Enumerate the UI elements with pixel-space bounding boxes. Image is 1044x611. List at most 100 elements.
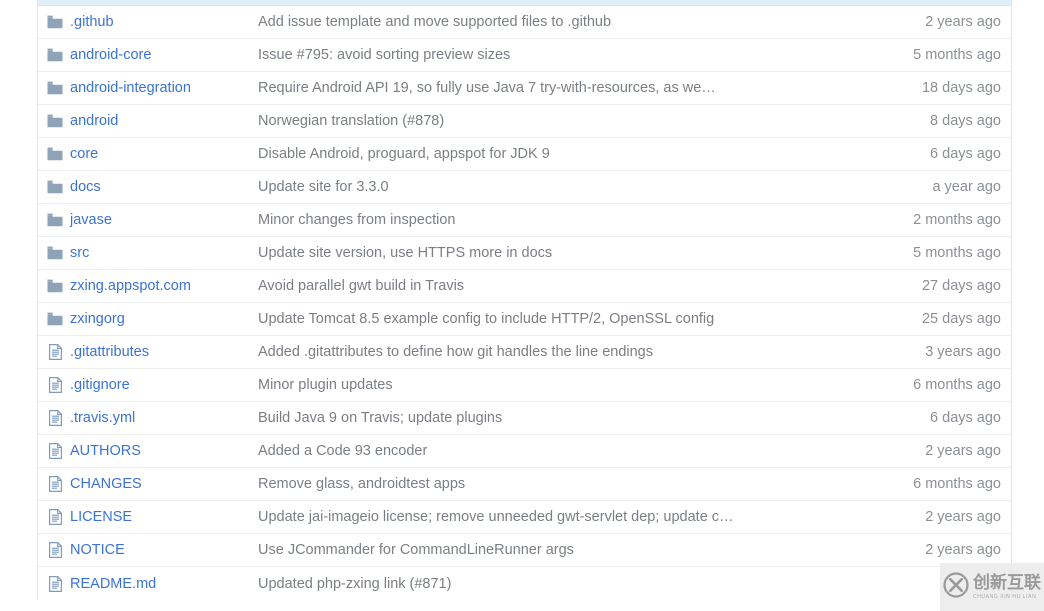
folder-icon (38, 15, 68, 29)
table-row[interactable]: NOTICE Use JCommander for CommandLineRunn… (38, 534, 1011, 567)
file-name-link[interactable]: .gitignore (68, 377, 258, 393)
file-name-link[interactable]: README.md (68, 576, 258, 592)
commit-age: 5 months ago (913, 47, 1001, 63)
commit-message[interactable]: Add issue template and move supported fi… (258, 14, 861, 30)
table-row[interactable]: android-core Issue #795: avoid sorting pr… (38, 39, 1011, 72)
file-name-link[interactable]: NOTICE (68, 542, 258, 558)
table-row[interactable]: zxingorg Update Tomcat 8.5 example config… (38, 303, 1011, 336)
commit-message[interactable]: Minor plugin updates (258, 377, 861, 393)
commit-message[interactable]: Update Tomcat 8.5 example config to incl… (258, 311, 861, 327)
folder-icon (38, 246, 68, 260)
file-icon (38, 443, 68, 459)
folder-icon (38, 81, 68, 95)
file-name-link[interactable]: .gitattributes (68, 344, 258, 360)
commit-message[interactable]: Require Android API 19, so fully use Jav… (258, 80, 861, 96)
file-name-link[interactable]: src (68, 245, 258, 261)
file-name-link[interactable]: android-core (68, 47, 258, 63)
commit-message[interactable]: Update site version, use HTTPS more in d… (258, 245, 861, 261)
table-row[interactable]: zxing.appspot.com Avoid parallel gwt buil… (38, 270, 1011, 303)
commit-message[interactable]: Update site for 3.3.0 (258, 179, 861, 195)
file-name-link[interactable]: android-integration (68, 80, 258, 96)
table-row[interactable]: .github Add issue template and move suppo… (38, 6, 1011, 39)
file-name-link[interactable]: .github (68, 14, 258, 30)
folder-glyph (47, 114, 63, 128)
table-row[interactable]: CHANGES Remove glass, androidtest apps 6 m… (38, 468, 1011, 501)
file-name-link[interactable]: CHANGES (68, 476, 258, 492)
commit-message[interactable]: Updated php-zxing link (#871) (258, 576, 861, 592)
table-row[interactable]: javase Minor changes from inspection 2 mon… (38, 204, 1011, 237)
file-name-link[interactable]: zxing.appspot.com (68, 278, 258, 294)
table-body: .github Add issue template and move suppo… (38, 6, 1011, 600)
commit-message[interactable]: Minor changes from inspection (258, 212, 861, 228)
file-glyph (48, 443, 62, 459)
file-name-link[interactable]: zxingorg (68, 311, 258, 327)
table-row[interactable]: src Update site version, use HTTPS more i… (38, 237, 1011, 270)
commit-age: 2 years ago (925, 443, 1001, 459)
watermark-overlay: 创新互联 CHUANG XIN HU LIAN (940, 563, 1044, 611)
commit-message[interactable]: Added .gitattributes to define how git h… (258, 344, 861, 360)
folder-icon (38, 114, 68, 128)
folder-glyph (47, 279, 63, 293)
table-row[interactable]: LICENSE Update jai-imageio license; remov… (38, 501, 1011, 534)
commit-message[interactable]: Norwegian translation (#878) (258, 113, 861, 129)
commit-age: 3 years ago (925, 344, 1001, 360)
commit-age: 6 months ago (913, 377, 1001, 393)
commit-message[interactable]: Added a Code 93 encoder (258, 443, 861, 459)
folder-glyph (47, 180, 63, 194)
file-name-link[interactable]: AUTHORS (68, 443, 258, 459)
watermark-chinese: 创新互联 (973, 572, 1041, 593)
file-icon (38, 377, 68, 393)
folder-glyph (47, 213, 63, 227)
commit-message[interactable]: Avoid parallel gwt build in Travis (258, 278, 861, 294)
folder-icon (38, 147, 68, 161)
file-name-link[interactable]: javase (68, 212, 258, 228)
file-glyph (48, 509, 62, 525)
circled-x-logo (943, 571, 969, 603)
table-row[interactable]: README.mdUpdated php-zxing link (#871)17 (38, 567, 1011, 600)
folder-glyph (47, 48, 63, 62)
commit-age: 25 days ago (921, 311, 1001, 327)
table-row[interactable]: .gitignore Minor plugin updates 6 months a… (38, 369, 1011, 402)
file-icon (38, 476, 68, 492)
commit-message[interactable]: Use JCommander for CommandLineRunner arg… (258, 542, 861, 558)
folder-glyph (47, 81, 63, 95)
repository-file-browser: .github Add issue template and move suppo… (0, 0, 1044, 611)
commit-age: 2 years ago (925, 542, 1001, 558)
file-glyph (48, 344, 62, 360)
file-name-link[interactable]: android (68, 113, 258, 129)
commit-message[interactable]: Issue #795: avoid sorting preview sizes (258, 47, 861, 63)
file-name-link[interactable]: docs (68, 179, 258, 195)
table-row[interactable]: android Norwegian translation (#878) 8 day… (38, 105, 1011, 138)
file-name-link[interactable]: .travis.yml (68, 410, 258, 426)
file-icon (38, 410, 68, 426)
watermark-text: 创新互联 CHUANG XIN HU LIAN (973, 572, 1041, 600)
commit-message[interactable]: Build Java 9 on Travis; update plugins (258, 410, 861, 426)
commit-message[interactable]: Disable Android, proguard, appspot for J… (258, 146, 861, 162)
commit-message[interactable]: Remove glass, androidtest apps (258, 476, 861, 492)
file-glyph (48, 377, 62, 393)
table-row[interactable]: .gitattributes Added .gitattributes to de… (38, 336, 1011, 369)
folder-glyph (47, 147, 63, 161)
table-row[interactable]: core Disable Android, proguard, appspot f… (38, 138, 1011, 171)
file-glyph (48, 575, 62, 592)
commit-age: 6 days ago (930, 146, 1001, 162)
commit-age: 6 months ago (913, 476, 1001, 492)
folder-icon (38, 312, 68, 326)
folder-glyph (47, 246, 63, 260)
folder-icon (38, 213, 68, 227)
file-glyph (48, 542, 62, 558)
file-name-link[interactable]: LICENSE (68, 509, 258, 525)
commit-message[interactable]: Update jai-imageio license; remove unnee… (258, 509, 861, 525)
commit-age: 2 years ago (925, 509, 1001, 525)
table-row[interactable]: docs Update site for 3.3.0 a year ago (38, 171, 1011, 204)
file-name-link[interactable]: core (68, 146, 258, 162)
table-row[interactable]: android-integration Require Android API 1… (38, 72, 1011, 105)
commit-age: 18 days ago (921, 80, 1001, 96)
folder-glyph (47, 15, 63, 29)
commit-age: 5 months ago (913, 245, 1001, 261)
folder-icon (38, 279, 68, 293)
table-row[interactable]: .travis.yml Build Java 9 on Travis; updat… (38, 402, 1011, 435)
table-row[interactable]: AUTHORS Added a Code 93 encoder 2 years ag… (38, 435, 1011, 468)
file-glyph (48, 476, 62, 492)
folder-glyph (47, 312, 63, 326)
